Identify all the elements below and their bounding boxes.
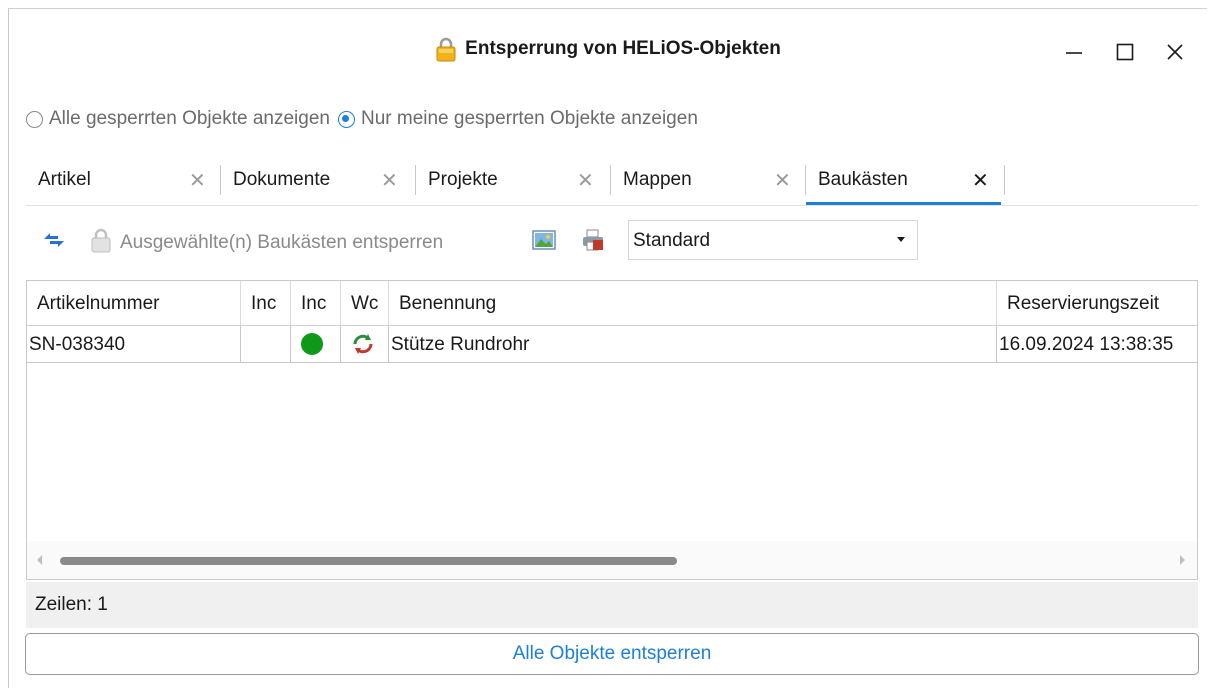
object-type-tabs: Artikel ✕ Dokumente ✕ Projekte ✕ Mappen … [26, 157, 1198, 205]
tab-close-icon[interactable]: ✕ [972, 168, 989, 193]
tab-close-icon[interactable]: ✕ [577, 168, 594, 193]
unlock-selected-button[interactable]: Ausgewählte(n) Baukästen entsperren [90, 227, 443, 258]
tab-content: Ausgewählte(n) Baukästen entsperren Stan… [26, 205, 1198, 628]
tab-close-icon[interactable]: ✕ [381, 168, 398, 193]
export-button[interactable] [532, 229, 556, 256]
column-header-artikelnummer[interactable]: Artikelnummer [27, 281, 241, 325]
cell-workflow [341, 326, 389, 362]
tab-artikel[interactable]: Artikel ✕ [26, 157, 221, 205]
chevron-down-icon [897, 237, 905, 242]
tab-label: Artikel [38, 169, 91, 190]
window-title: Entsperrung von HELiOS-Objekten [465, 38, 781, 59]
tab-projekte[interactable]: Projekte ✕ [416, 157, 611, 205]
scrollbar-thumb[interactable] [60, 557, 677, 565]
column-header-inc[interactable]: Inc [241, 281, 291, 325]
refresh-arrows-icon [42, 230, 66, 255]
view-select[interactable]: Standard [628, 220, 918, 260]
tab-mappen[interactable]: Mappen ✕ [611, 157, 806, 205]
radio-all-label[interactable]: Alle gesperrten Objekte anzeigen [49, 108, 330, 130]
cell-artikelnummer: SN-038340 [27, 326, 241, 362]
column-header-reservierungszeit[interactable]: Reservierungszeit [997, 281, 1197, 325]
unlock-dialog: Entsperrung von HELiOS-Objekten Alle ges… [8, 8, 1207, 688]
status-bar: Zeilen: 1 [26, 582, 1198, 628]
table-header: Artikelnummer Inc Inc Wc Benennung Reser… [27, 281, 1197, 326]
lock-icon [435, 36, 457, 62]
unlock-selected-label: Ausgewählte(n) Baukästen entsperren [120, 231, 444, 253]
toolbar: Ausgewählte(n) Baukästen entsperren Stan… [26, 206, 1198, 278]
cell-benennung: Stütze Rundrohr [389, 326, 997, 362]
radio-all-locked[interactable] [26, 110, 43, 128]
radio-mine-label[interactable]: Nur meine gesperrten Objekte anzeigen [361, 108, 698, 130]
cell-reservierungszeit: 16.09.2024 13:38:35 [999, 334, 1174, 355]
unlock-all-button[interactable]: Alle Objekte entsperren [25, 633, 1199, 675]
refresh-icon [351, 332, 375, 362]
tab-close-icon[interactable]: ✕ [189, 168, 206, 193]
cell-inc [241, 326, 291, 362]
lock-disabled-icon [90, 227, 112, 258]
column-header-benennung[interactable]: Benennung [389, 281, 997, 325]
image-export-icon [532, 229, 556, 256]
row-count: Zeilen: 1 [35, 594, 108, 615]
locked-objects-table: Artikelnummer Inc Inc Wc Benennung Reser… [26, 280, 1198, 580]
minimize-button[interactable] [1059, 37, 1089, 67]
tab-baukaesten[interactable]: Baukästen ✕ [806, 157, 1005, 205]
title-bar: Entsperrung von HELiOS-Objekten [9, 9, 1207, 89]
column-header-inc[interactable]: Inc [291, 281, 341, 325]
table-row[interactable]: SN-038340 Stütze Rundrohr 16.09.2024 13: [27, 326, 1197, 363]
filter-radio-group: Alle gesperrten Objekte anzeigen Nur mei… [26, 107, 706, 131]
column-header-wc[interactable]: Wc [341, 281, 389, 325]
close-button[interactable] [1160, 37, 1190, 67]
tab-label: Baukästen [818, 169, 908, 190]
maximize-button[interactable] [1110, 37, 1140, 67]
status-green-dot-icon [301, 333, 323, 355]
refresh-button[interactable] [42, 230, 66, 255]
printer-icon [581, 228, 605, 257]
scroll-left-icon[interactable] [37, 555, 42, 565]
radio-my-locked[interactable] [337, 110, 355, 128]
scroll-right-icon[interactable] [1180, 555, 1185, 565]
print-button[interactable] [581, 228, 605, 257]
horizontal-scrollbar[interactable] [27, 541, 1197, 579]
tab-label: Projekte [428, 169, 498, 190]
tab-close-icon[interactable]: ✕ [774, 168, 791, 193]
cell-status [291, 326, 341, 362]
tab-label: Dokumente [233, 169, 331, 190]
view-select-value: Standard [633, 230, 711, 251]
tab-label: Mappen [623, 169, 692, 190]
tab-dokumente[interactable]: Dokumente ✕ [221, 157, 416, 205]
